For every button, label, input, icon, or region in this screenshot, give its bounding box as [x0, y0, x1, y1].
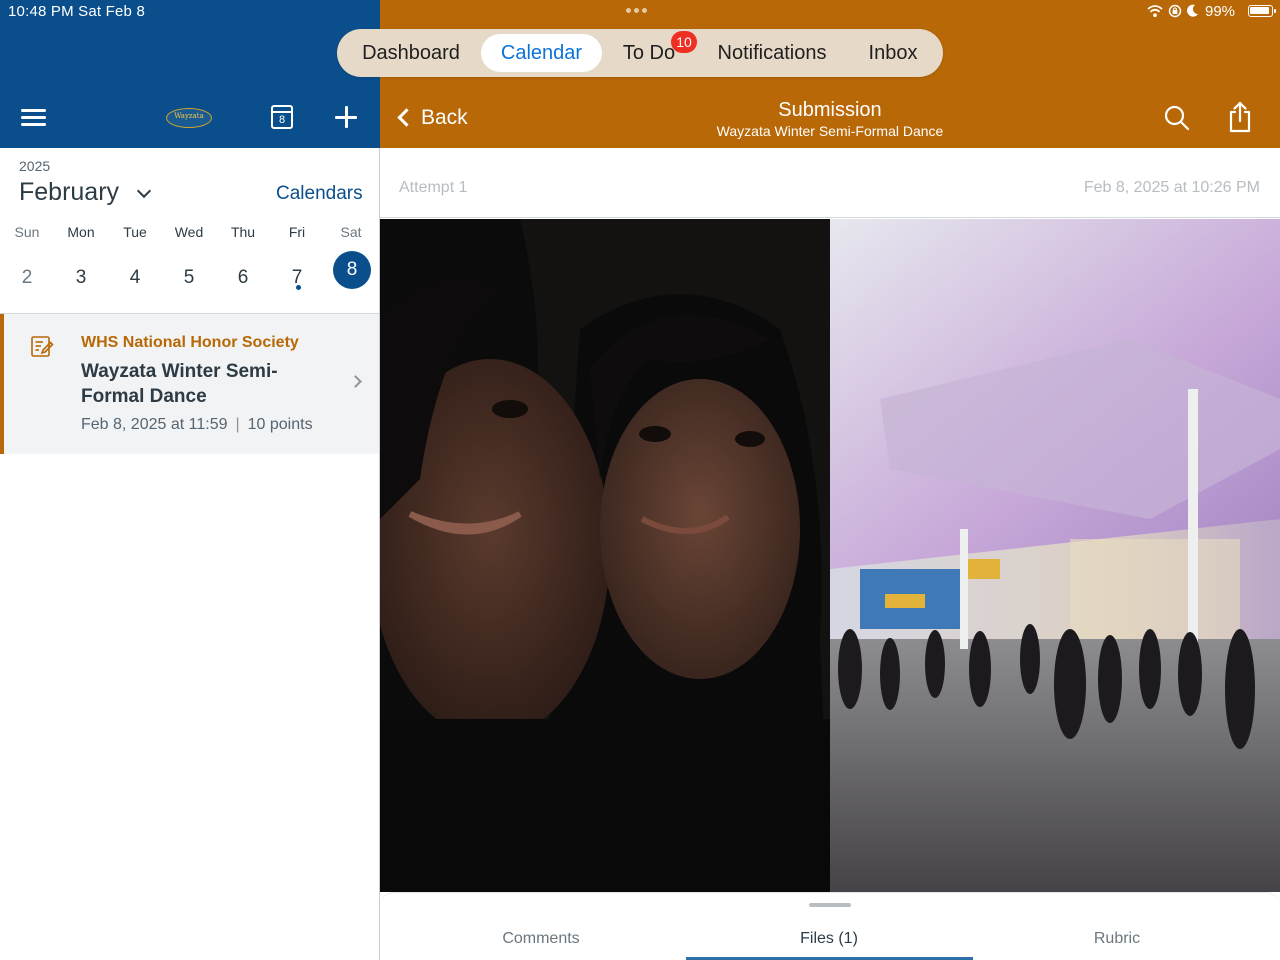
calendar-toolbar: Wayzata 8	[0, 96, 380, 140]
event-points: 10 points	[247, 416, 313, 433]
chevron-down-icon[interactable]	[137, 186, 149, 198]
weekday-thu: Thu	[230, 224, 256, 240]
wifi-icon	[1147, 5, 1163, 17]
tab-notifications[interactable]: Notifications	[710, 29, 834, 77]
day-7[interactable]: 7	[272, 258, 322, 298]
page-title: Submission	[778, 99, 882, 121]
tab-inbox[interactable]: Inbox	[864, 29, 922, 77]
attempt-bar: Attempt 1 Feb 8, 2025 at 10:26 PM	[380, 148, 1280, 218]
day-5[interactable]: 5	[164, 258, 214, 298]
school-logo: Wayzata	[166, 108, 212, 128]
attempt-selector[interactable]: Attempt 1	[399, 179, 467, 197]
weekday-fri: Fri	[288, 224, 306, 240]
event-course-name: WHS National Honor Society	[81, 334, 299, 351]
day-3[interactable]: 3	[56, 258, 106, 298]
tab-rubric[interactable]: Rubric	[1017, 930, 1217, 948]
menu-icon[interactable]	[21, 107, 47, 127]
submission-detail-sheet: Comments Files (1) Rubric	[380, 892, 1280, 960]
dance-photo	[830, 219, 1280, 892]
moon-icon	[1187, 4, 1198, 17]
tab-to-do[interactable]: To Do	[619, 29, 679, 77]
event-indicator-dot	[296, 285, 301, 290]
tab-comments[interactable]: Comments	[441, 930, 641, 948]
multitasking-dots-icon[interactable]	[626, 8, 654, 14]
search-icon[interactable]	[1163, 104, 1191, 132]
chevron-right-icon	[349, 375, 362, 388]
day-2[interactable]: 2	[2, 258, 52, 298]
today-number: 8	[278, 114, 286, 126]
day-6[interactable]: 6	[218, 258, 268, 298]
submission-photo[interactable]	[380, 219, 1280, 892]
sheet-drag-handle[interactable]	[809, 903, 851, 907]
battery-percent: 99%	[1205, 3, 1236, 20]
to-do-count-badge: 10	[671, 31, 697, 53]
separator: |	[235, 416, 240, 433]
event-title: Wayzata Winter Semi-Formal Dance	[81, 361, 278, 407]
event-due-date: Feb 8, 2025 at 11:59	[81, 416, 228, 433]
calendar-today-icon[interactable]: 8	[271, 105, 293, 129]
calendar-header: 10:48 PM Sat Feb 8 Wayzata 8	[0, 0, 380, 148]
selfie-photo	[380, 219, 830, 892]
calendar-event-item[interactable]: WHS National Honor Society Wayzata Winte…	[0, 314, 379, 454]
event-meta: Feb 8, 2025 at 11:59 | 10 points	[81, 416, 313, 434]
weekday-mon: Mon	[67, 224, 95, 240]
weekday-wed: Wed	[174, 224, 204, 240]
dance-hall-illustration	[830, 219, 1280, 892]
weekday-sat: Sat	[340, 224, 362, 240]
day-8-selected[interactable]: 8	[333, 251, 371, 289]
selfie-illustration	[380, 219, 830, 892]
day-4[interactable]: 4	[110, 258, 160, 298]
battery-tip	[1274, 9, 1276, 13]
tab-dashboard[interactable]: Dashboard	[355, 29, 467, 77]
share-icon[interactable]	[1226, 100, 1254, 134]
tab-files[interactable]: Files (1)	[729, 930, 929, 948]
month-selector[interactable]: February	[19, 178, 119, 207]
weekday-tue: Tue	[123, 224, 147, 240]
assignment-icon	[31, 336, 54, 357]
battery-icon	[1248, 5, 1273, 17]
calendar-pane: 2025 February Calendars Sun Mon Tue Wed …	[0, 148, 380, 960]
page-subtitle: Wayzata Winter Semi-Formal Dance	[716, 123, 944, 139]
main-tab-bar: Dashboard Calendar To Do 10 Notification…	[337, 29, 943, 77]
year-label: 2025	[19, 158, 51, 174]
rotation-lock-icon	[1168, 4, 1182, 18]
calendars-button[interactable]: Calendars	[276, 183, 363, 205]
tab-calendar[interactable]: Calendar	[481, 34, 602, 72]
add-event-button[interactable]	[335, 106, 357, 128]
submission-date: Feb 8, 2025 at 10:26 PM	[1083, 179, 1260, 196]
weekday-sun: Sun	[14, 224, 40, 240]
status-time-date: 10:48 PM Sat Feb 8	[8, 3, 146, 20]
